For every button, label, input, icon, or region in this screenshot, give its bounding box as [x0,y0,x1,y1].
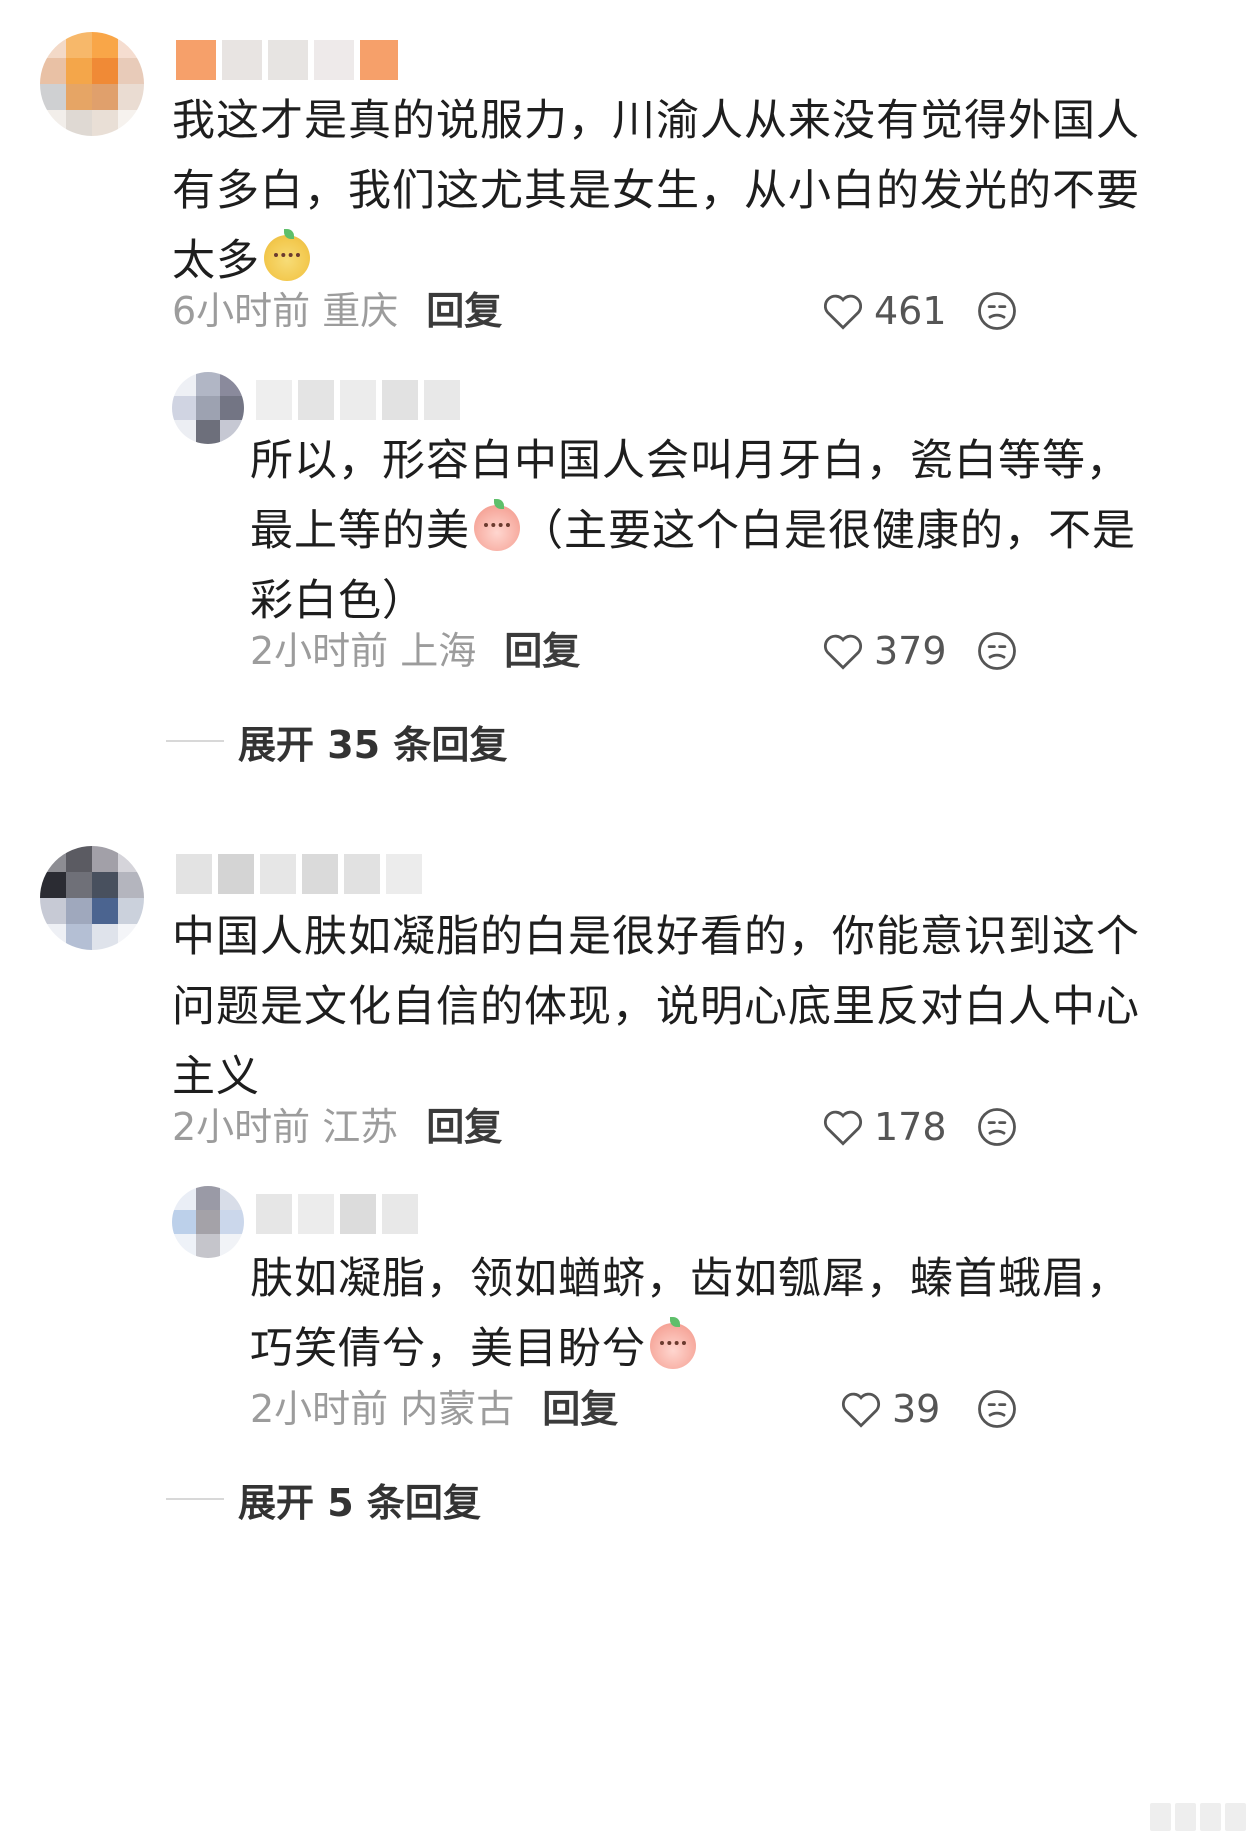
timestamp: 2小时前 [172,1105,311,1149]
comment-body: 中国人肤如凝脂的白是很好看的，你能意识到这个 问题是文化自信的体现，说明心底里反… [172,902,1140,1112]
comment-line: 巧笑倩兮，美目盼兮 [250,1324,646,1374]
location: 江苏 [322,1105,399,1149]
like-count: 39 [892,1387,941,1431]
dislike-face-icon[interactable] [976,290,1018,332]
reply-button[interactable]: 回复 [426,1105,502,1149]
avatar[interactable] [40,32,144,136]
reply-button[interactable]: 回复 [426,289,502,333]
peach-blush-emoji [650,1317,696,1369]
comment-meta: 2小时前 内蒙古 回复 [250,1384,618,1434]
comment-line: 所以，形容白中国人会叫月牙白，瓷白等等， [250,436,1130,486]
username[interactable] [176,38,398,82]
reply-button[interactable]: 回复 [542,1387,618,1431]
like-button[interactable]: 461 [822,286,947,336]
comment-line: 太多 [172,236,260,286]
reply-button[interactable]: 回复 [504,629,580,673]
comment-line: 我这才是真的说服力，川渝人从来没有觉得外国人 [172,96,1140,146]
location: 内蒙古 [400,1387,515,1431]
comment-body: 我这才是真的说服力，川渝人从来没有觉得外国人 有多白，我们这尤其是女生，从小白的… [172,86,1140,296]
location: 上海 [400,629,477,673]
heart-icon [824,634,862,670]
comment-line: 最上等的美 [250,506,470,556]
divider [166,1498,224,1500]
comment-meta: 6小时前 重庆 回复 [172,286,502,336]
comment-line: （主要这个白是很健康的，不是 [520,506,1136,556]
like-count: 379 [874,629,947,673]
comment-thread: 我这才是真的说服力，川渝人从来没有觉得外国人 有多白，我们这尤其是女生，从小白的… [0,0,1260,1841]
comment-meta: 2小时前 上海 回复 [250,626,580,676]
heart-icon [824,294,862,330]
expand-replies-label: 展开 5 条回复 [238,1480,481,1525]
expand-replies-button[interactable]: 展开 5 条回复 [166,1474,481,1525]
expand-replies-label: 展开 35 条回复 [238,722,508,767]
heart-icon [842,1392,880,1428]
comment-line: 有多白，我们这尤其是女生，从小白的发光的不要 [172,166,1140,216]
dog-face-emoji [264,229,310,281]
comment-meta: 2小时前 江苏 回复 [172,1102,502,1152]
location: 重庆 [322,289,399,333]
comment-line: 中国人肤如凝脂的白是很好看的，你能意识到这个 [172,912,1140,962]
expand-replies-button[interactable]: 展开 35 条回复 [166,716,508,767]
avatar[interactable] [172,1186,244,1258]
like-button[interactable]: 178 [822,1102,947,1152]
username[interactable] [256,1192,418,1236]
timestamp: 2小时前 [250,629,389,673]
like-button[interactable]: 39 [840,1384,940,1434]
avatar[interactable] [172,372,244,444]
avatar[interactable] [40,846,144,950]
comment-body: 肤如凝脂，领如蝤蛴，齿如瓠犀，螓首蛾眉， 巧笑倩兮，美目盼兮 [250,1244,1130,1384]
peach-blush-emoji [474,499,520,551]
dislike-face-icon[interactable] [976,1388,1018,1430]
heart-icon [824,1110,862,1146]
dislike-face-icon[interactable] [976,1106,1018,1148]
comment-body: 所以，形容白中国人会叫月牙白，瓷白等等， 最上等的美 （主要这个白是很健康的，不是… [250,426,1136,636]
divider [166,740,224,742]
like-count: 178 [874,1105,947,1149]
comment-line: 问题是文化自信的体现，说明心底里反对白人中心 [172,982,1140,1032]
username[interactable] [256,378,460,422]
comment-line: 肤如凝脂，领如蝤蛴，齿如瓠犀，螓首蛾眉， [250,1254,1130,1304]
timestamp: 6小时前 [172,289,311,333]
dislike-face-icon[interactable] [976,630,1018,672]
timestamp: 2小时前 [250,1387,389,1431]
watermark [1150,1803,1246,1831]
username[interactable] [176,852,422,896]
like-button[interactable]: 379 [822,626,947,676]
like-count: 461 [874,289,947,333]
